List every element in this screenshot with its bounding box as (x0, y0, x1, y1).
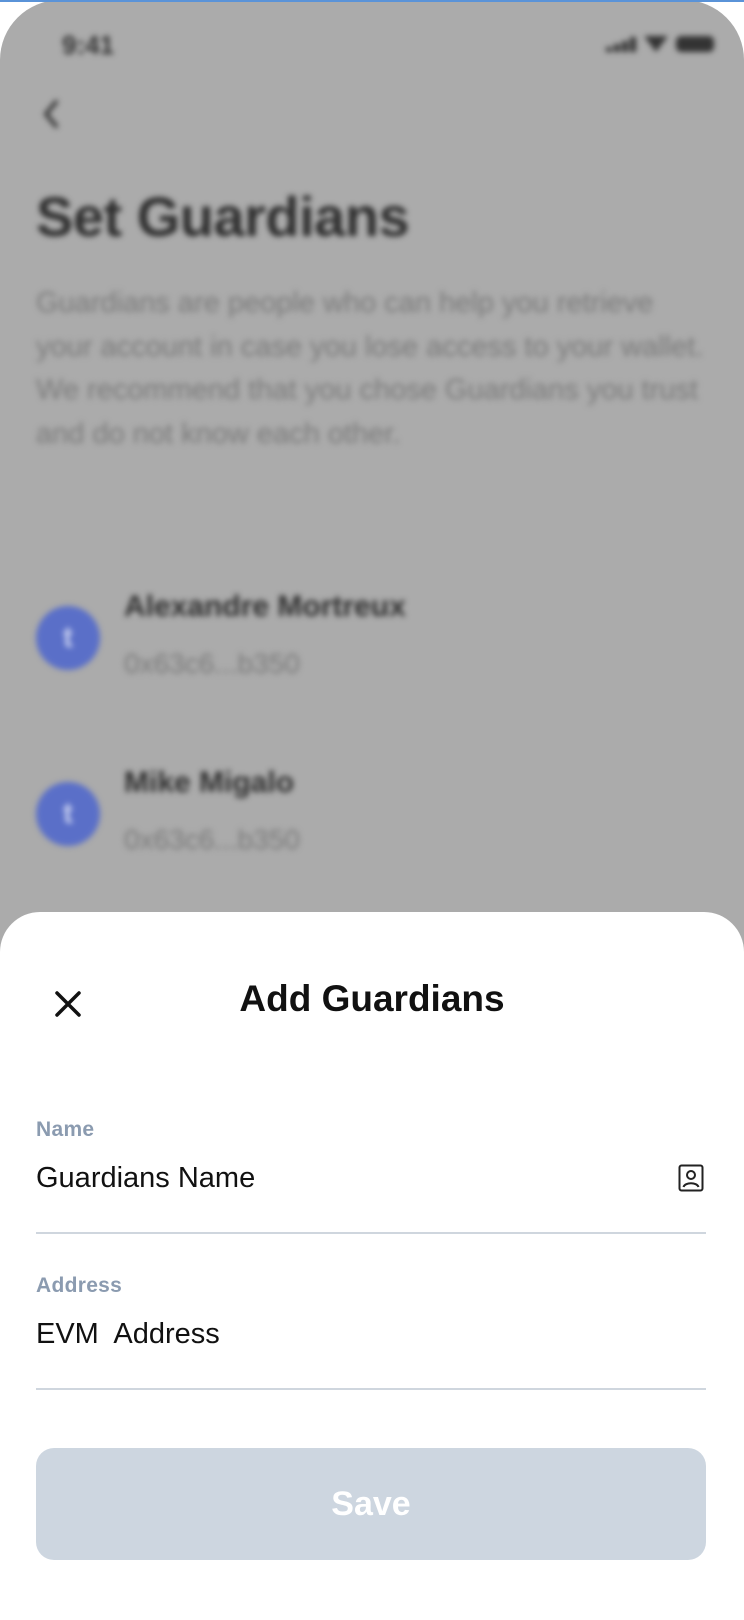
guardian-item[interactable]: t Mike Migalo 0x63c6...b350 (36, 766, 696, 876)
name-field-divider (36, 1232, 706, 1234)
guardian-item[interactable]: t Alexandre Mortreux 0x63c6...b350 (36, 590, 696, 700)
address-field-divider (36, 1388, 706, 1390)
page-title: Set Guardians (36, 185, 410, 248)
guardian-address: 0x63c6...b350 (124, 824, 300, 855)
sheet-title: Add Guardians (239, 978, 505, 1019)
contact-book-icon[interactable] (678, 1164, 704, 1192)
status-time: 9:41 (62, 30, 115, 60)
guardian-address: 0x63c6...b350 (124, 648, 300, 679)
name-field-label: Name (36, 1118, 95, 1141)
top-edge-line (0, 0, 744, 2)
avatar: t (36, 606, 100, 670)
status-icons (606, 36, 714, 52)
signal-icon (606, 36, 636, 52)
battery-icon (676, 36, 714, 52)
add-guardians-sheet: Add Guardians Name Address Save (0, 912, 744, 1620)
page-description: Guardians are people who can help you re… (36, 287, 704, 450)
device-screen: 9:41 Set Guardians Guardians are people … (0, 0, 744, 1620)
address-input[interactable] (36, 1318, 636, 1351)
avatar: t (36, 782, 100, 846)
wifi-icon (644, 36, 668, 52)
guardian-name: Mike Migalo (124, 766, 295, 799)
guardian-name: Alexandre Mortreux (124, 590, 406, 623)
save-button[interactable]: Save (36, 1448, 706, 1560)
address-field-label: Address (36, 1274, 123, 1297)
name-input[interactable] (36, 1162, 636, 1195)
chevron-left-icon[interactable] (40, 96, 62, 132)
